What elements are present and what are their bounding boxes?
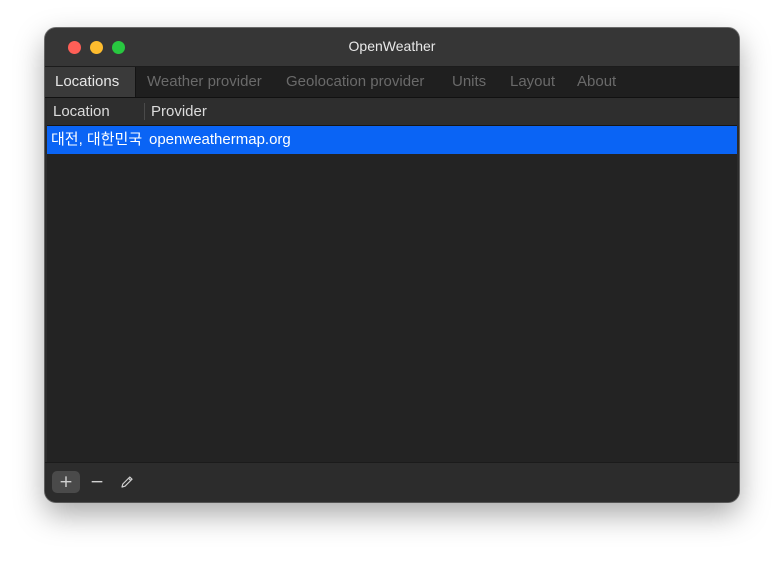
location-cell: 대전, 대한민국 <box>51 131 143 148</box>
remove-location-button[interactable]: − <box>83 471 111 493</box>
plus-icon: + <box>58 472 74 492</box>
column-divider[interactable] <box>144 103 145 120</box>
bottom-toolbar: + − <box>45 462 739 502</box>
table-header: Location Provider <box>47 98 737 126</box>
tab-weather-provider[interactable]: Weather provider <box>137 67 272 97</box>
window-title: OpenWeather <box>348 38 436 54</box>
minus-icon: − <box>89 472 105 492</box>
provider-cell: openweathermap.org <box>149 131 291 148</box>
tab-layout[interactable]: Layout <box>500 67 565 97</box>
column-header-location[interactable]: Location <box>53 98 110 125</box>
tab-about[interactable]: About <box>567 67 626 97</box>
tab-geolocation-provider[interactable]: Geolocation provider <box>276 67 434 97</box>
app-window: OpenWeather Locations Weather provider G… <box>45 28 739 502</box>
tab-bar: Locations Weather provider Geolocation p… <box>45 67 739 98</box>
tab-units[interactable]: Units <box>442 67 496 97</box>
edit-location-button[interactable] <box>113 471 141 493</box>
pencil-icon <box>121 476 133 488</box>
column-header-provider[interactable]: Provider <box>151 98 207 125</box>
locations-table: Location Provider 대전, 대한민국 openweatherma… <box>47 98 737 462</box>
title-bar: OpenWeather <box>45 28 739 67</box>
tab-locations[interactable]: Locations <box>45 67 136 97</box>
add-location-button[interactable]: + <box>52 471 80 493</box>
table-row[interactable]: 대전, 대한민국 openweathermap.org <box>47 126 737 154</box>
